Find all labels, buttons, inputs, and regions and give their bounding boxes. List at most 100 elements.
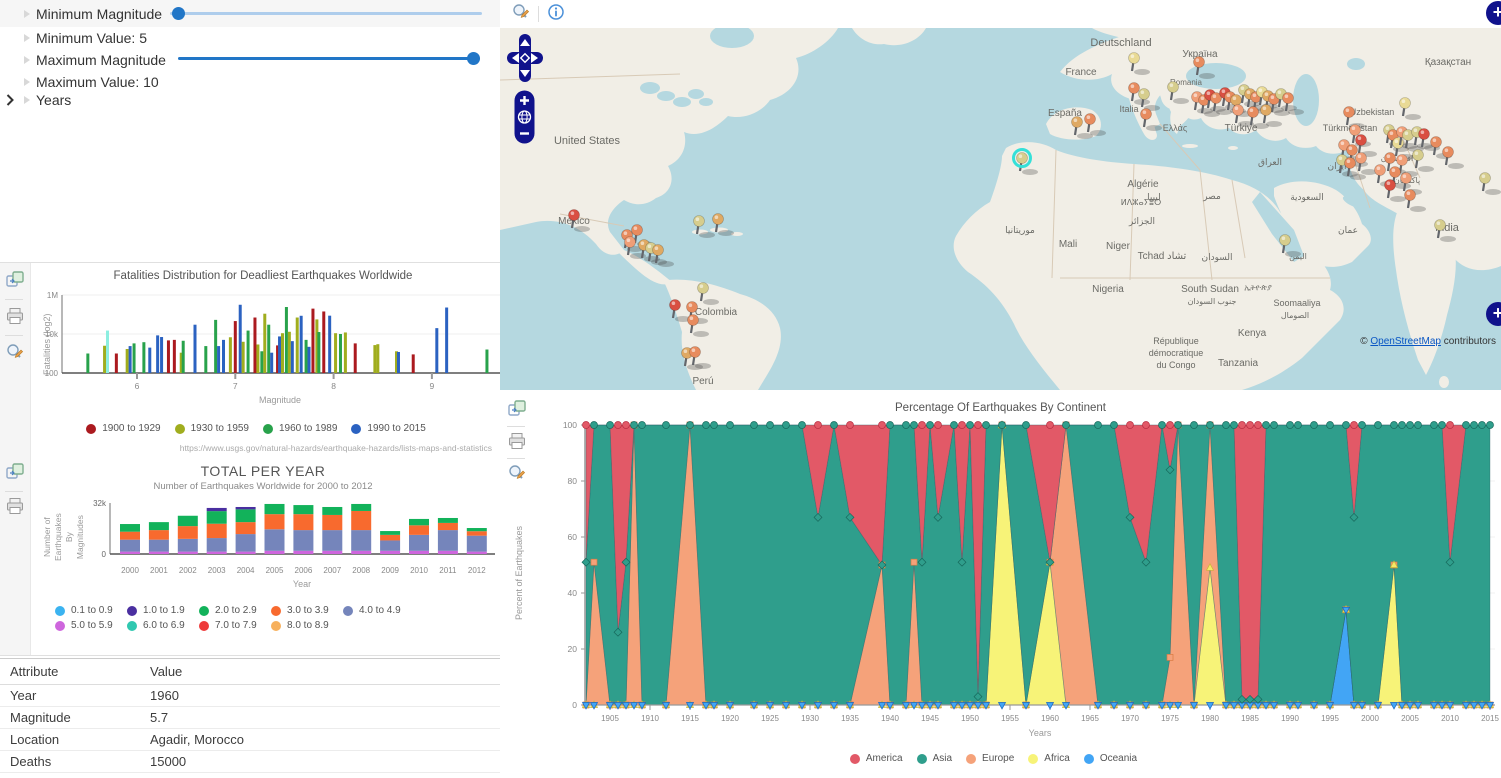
fatality-bar[interactable]: [142, 342, 145, 373]
stacked-bar-segment[interactable]: [380, 540, 400, 550]
stacked-bar-segment[interactable]: [322, 515, 342, 530]
legend-item[interactable]: 5.0 to 5.9: [55, 620, 113, 631]
fatality-bar[interactable]: [397, 352, 400, 373]
legend-item[interactable]: 1930 to 1959: [175, 423, 249, 434]
stacked-bar-segment[interactable]: [467, 536, 487, 552]
print-icon[interactable]: [6, 307, 24, 325]
fatality-bar[interactable]: [300, 316, 303, 373]
openstreetmap-link[interactable]: OpenStreetMap: [1370, 336, 1441, 347]
map-zoom-control[interactable]: [514, 90, 535, 149]
fatality-bar[interactable]: [156, 335, 159, 373]
fatality-bar[interactable]: [103, 346, 106, 373]
fatality-bar[interactable]: [239, 305, 242, 373]
fatality-bar[interactable]: [328, 316, 331, 373]
stacked-bar-segment[interactable]: [236, 507, 256, 509]
stacked-bar-segment[interactable]: [322, 551, 342, 554]
fatality-bar[interactable]: [288, 332, 291, 373]
stacked-bar-segment[interactable]: [120, 532, 140, 540]
legend-item[interactable]: 1.0 to 1.9: [127, 605, 185, 616]
fatality-bar[interactable]: [182, 341, 185, 373]
fatality-bar[interactable]: [253, 318, 256, 373]
legend-item[interactable]: 6.0 to 6.9: [127, 620, 185, 631]
fatality-bar[interactable]: [204, 346, 207, 373]
print-icon[interactable]: [6, 497, 24, 515]
stacked-bar-segment[interactable]: [265, 514, 285, 529]
fatality-bar[interactable]: [305, 340, 308, 373]
stacked-bar-segment[interactable]: [207, 524, 227, 538]
stacked-bar-segment[interactable]: [351, 504, 371, 511]
fatality-bar[interactable]: [106, 331, 109, 373]
fatality-bar[interactable]: [148, 348, 151, 373]
stacked-bar-segment[interactable]: [380, 531, 400, 535]
stacked-bar-segment[interactable]: [178, 526, 198, 539]
stacked-bar-segment[interactable]: [409, 551, 429, 554]
fatality-bar[interactable]: [334, 333, 337, 373]
stacked-bar-segment[interactable]: [409, 535, 429, 551]
fatality-bar[interactable]: [317, 332, 320, 373]
stacked-bar-segment[interactable]: [207, 552, 227, 554]
stacked-bar-segment[interactable]: [236, 522, 256, 534]
continent-chart-plot[interactable]: 0204060801001905191019151920192519301935…: [530, 395, 1501, 755]
legend-item[interactable]: 1960 to 1989: [263, 423, 337, 434]
zoom-select-icon[interactable]: [6, 343, 24, 361]
fatality-bar[interactable]: [308, 347, 311, 373]
world-map[interactable]: United StatesMéxicoColombiaPerúFranceDeu…: [500, 28, 1501, 390]
fatality-bar[interactable]: [222, 340, 225, 373]
export-icon[interactable]: [6, 463, 24, 481]
stacked-bar-segment[interactable]: [178, 539, 198, 552]
stacked-bar-segment[interactable]: [467, 531, 487, 535]
min-magnitude-slider-handle[interactable]: [172, 7, 185, 20]
fatality-bar[interactable]: [485, 350, 488, 373]
fatality-bar[interactable]: [322, 311, 325, 373]
min-magnitude-slider[interactable]: [170, 7, 482, 19]
fatality-bar[interactable]: [278, 336, 281, 373]
zoom-select-icon[interactable]: [508, 464, 526, 482]
fatality-bar[interactable]: [260, 351, 263, 373]
fatality-bar[interactable]: [234, 321, 237, 373]
stacked-bar-segment[interactable]: [438, 530, 458, 551]
stacked-bar-segment[interactable]: [322, 530, 342, 551]
legend-item[interactable]: 8.0 to 8.9: [271, 620, 329, 631]
legend-item[interactable]: Europe: [966, 753, 1014, 764]
stacked-bar-segment[interactable]: [438, 518, 458, 523]
stacked-bar-segment[interactable]: [120, 540, 140, 552]
fatality-bar[interactable]: [263, 314, 266, 373]
map-pin[interactable]: [713, 214, 735, 237]
stacked-bar-segment[interactable]: [409, 525, 429, 535]
fatalities-chart-plot[interactable]: 10010k1M6789Magnitude: [30, 285, 500, 411]
stacked-bar-segment[interactable]: [236, 552, 256, 554]
map-pin[interactable]: [694, 216, 716, 239]
legend-item[interactable]: America: [850, 753, 903, 764]
stacked-bar-segment[interactable]: [351, 511, 371, 530]
fatality-bar[interactable]: [412, 354, 415, 373]
fatality-bar[interactable]: [133, 343, 136, 373]
stacked-bar-segment[interactable]: [351, 551, 371, 554]
legend-item[interactable]: 1990 to 2015: [351, 423, 425, 434]
stacked-bar-segment[interactable]: [293, 514, 313, 530]
fatality-bar[interactable]: [339, 334, 342, 373]
fatality-bar[interactable]: [160, 337, 163, 373]
stacked-bar-segment[interactable]: [380, 535, 400, 541]
print-icon[interactable]: [508, 432, 526, 450]
map-canvas[interactable]: United StatesMéxicoColombiaPerúFranceDeu…: [500, 28, 1501, 390]
fatality-bar[interactable]: [173, 340, 176, 373]
stacked-bar-segment[interactable]: [438, 523, 458, 530]
stacked-bar-segment[interactable]: [149, 540, 169, 552]
legend-item[interactable]: Africa: [1028, 753, 1070, 764]
fatalities-source-link[interactable]: https://www.usgs.gov/natural-hazards/ear…: [180, 443, 492, 453]
stacked-bar-segment[interactable]: [149, 522, 169, 530]
legend-item[interactable]: Oceania: [1084, 753, 1137, 764]
info-icon[interactable]: [547, 3, 565, 26]
stacked-bar-segment[interactable]: [265, 504, 285, 514]
map-pan-control[interactable]: [506, 33, 544, 88]
stacked-bar-segment[interactable]: [467, 552, 487, 554]
legend-item[interactable]: 2.0 to 2.9: [199, 605, 257, 616]
fatality-bar[interactable]: [193, 325, 196, 373]
fatality-bar[interactable]: [296, 318, 299, 373]
stacked-bar-segment[interactable]: [265, 529, 285, 551]
fatality-bar[interactable]: [267, 325, 270, 373]
fatality-bar[interactable]: [291, 341, 294, 373]
legend-item[interactable]: 0.1 to 0.9: [55, 605, 113, 616]
stacked-bar-segment[interactable]: [293, 530, 313, 551]
fatality-bar[interactable]: [435, 328, 438, 373]
